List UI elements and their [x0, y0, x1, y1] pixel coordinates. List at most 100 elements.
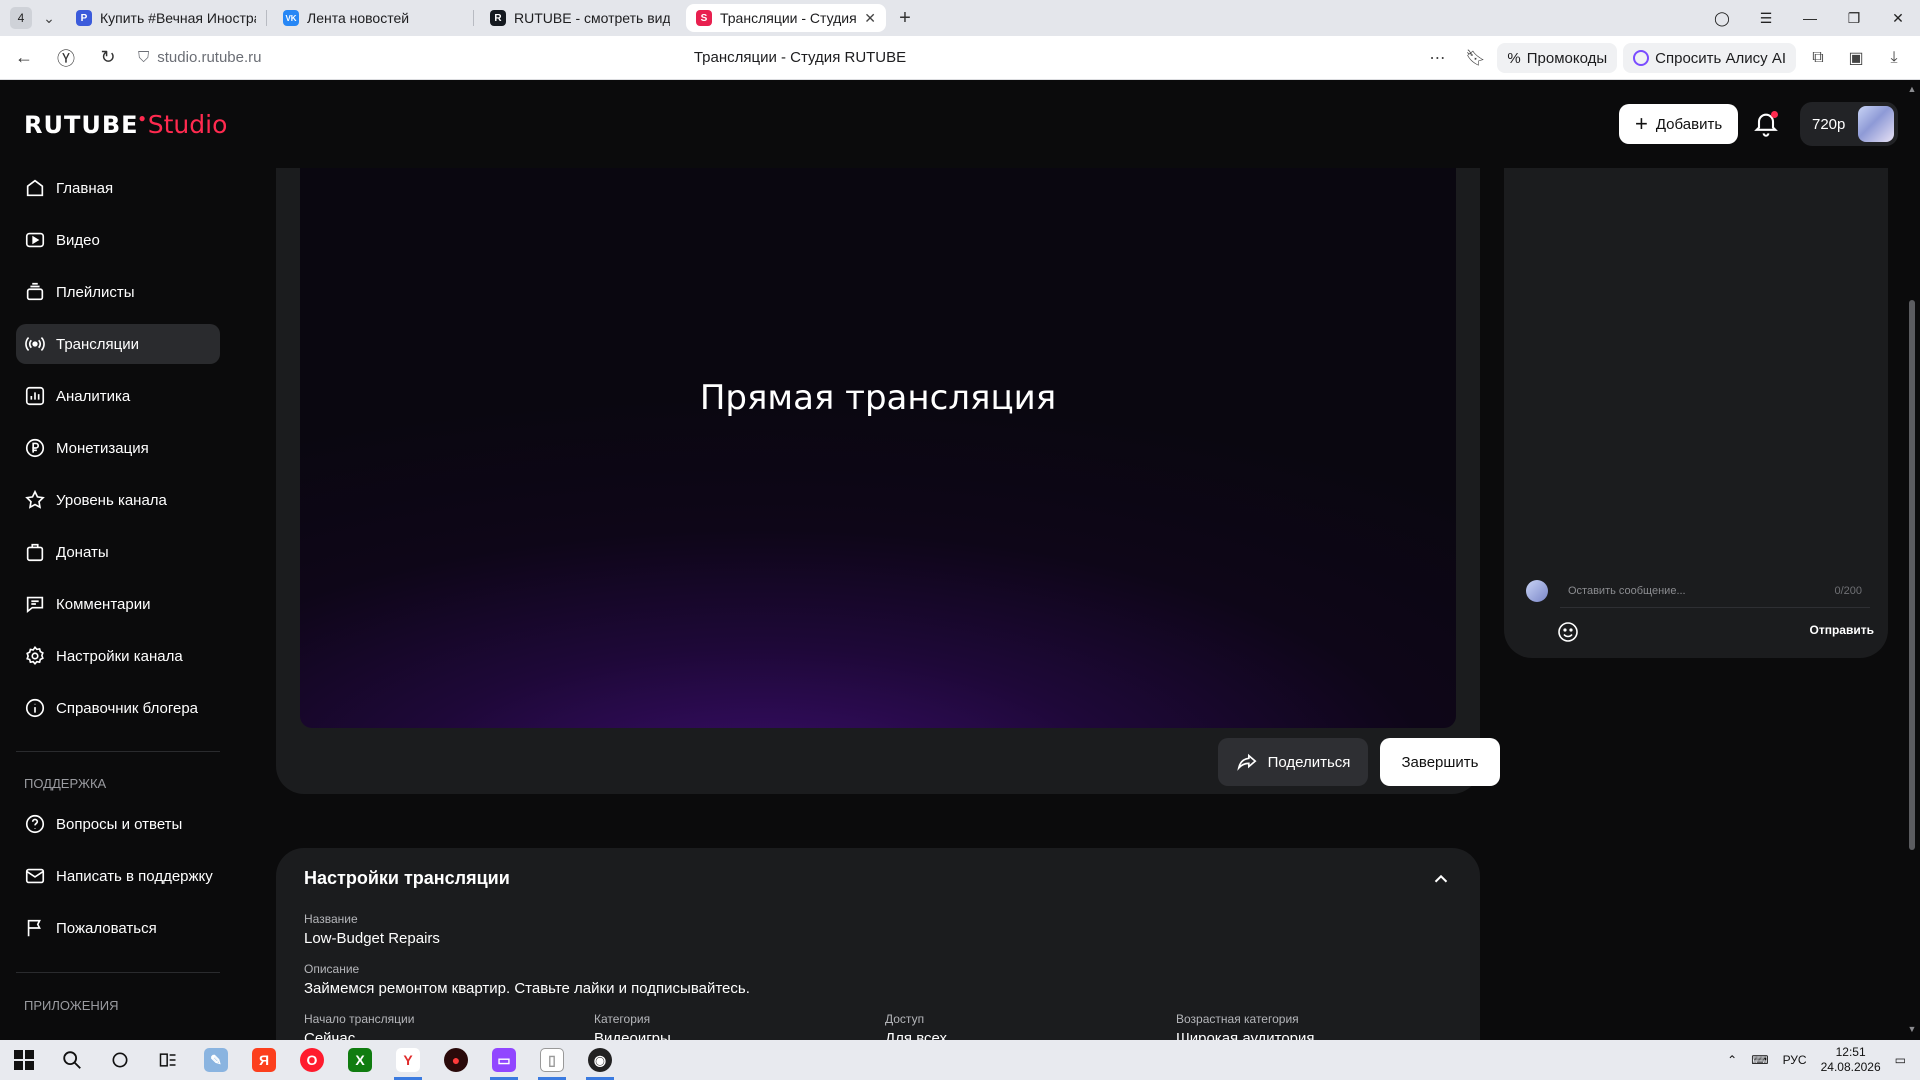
emoji-icon[interactable] [1556, 620, 1580, 644]
logo-main: RUTUBE [24, 111, 139, 139]
sidebar-item-label: Написать в поддержку [56, 867, 213, 885]
sidebar-item-faq[interactable]: Вопросы и ответы [16, 804, 220, 844]
sidebar: Главная Видео Плейлисты Трансляции Анали… [0, 168, 232, 1040]
sidebar-item-video[interactable]: Видео [16, 220, 220, 260]
notification-bell-icon[interactable] [1752, 110, 1780, 138]
cortana-icon[interactable] [96, 1040, 144, 1080]
sidebar-item-label: Уровень канала [56, 491, 167, 509]
sidebar-item-label: Настройки канала [56, 647, 183, 665]
keyboard-icon[interactable]: ⌨ [1751, 1053, 1768, 1067]
window-controls: ◯ ☰ — ❐ ✕ [1700, 0, 1920, 36]
scroll-thumb[interactable] [1909, 300, 1915, 850]
playlist-icon [26, 282, 44, 301]
tab-count-badge[interactable]: 4 [10, 7, 32, 29]
ruble-icon [25, 438, 45, 458]
clock-time: 12:51 [1835, 1045, 1866, 1059]
share-button[interactable]: Поделиться [1218, 738, 1368, 786]
quality-selector[interactable]: 720p [1800, 102, 1898, 146]
finish-stream-button[interactable]: Завершить [1380, 738, 1500, 786]
collections-icon[interactable]: ▣ [1840, 42, 1872, 74]
opera-app-icon[interactable]: O [288, 1040, 336, 1080]
broadcast-icon [25, 337, 45, 351]
page-scrollbar[interactable]: ▲ ▼ [1904, 80, 1920, 1040]
alice-button[interactable]: Спросить Алису AI [1623, 43, 1796, 73]
start-value: Сейчас [304, 1030, 356, 1040]
profile-icon[interactable]: ◯ [1700, 10, 1744, 27]
reload-icon[interactable]: ↻ [90, 40, 126, 76]
sidebar-item-donates[interactable]: Донаты [16, 532, 220, 572]
twitch-app-icon[interactable]: ▭ [480, 1040, 528, 1080]
search-icon[interactable] [48, 1040, 96, 1080]
browser-tab[interactable]: R RUTUBE - смотреть виде [480, 4, 680, 32]
sidebar-item-write-support[interactable]: Написать в поддержку [16, 856, 220, 896]
scroll-up-icon[interactable]: ▲ [1907, 84, 1917, 94]
browser-tab-strip: 4 ⌄ P Купить #Вечная Иностра VK Лента но… [0, 0, 1920, 36]
clock[interactable]: 12:51 24.08.2026 [1821, 1045, 1881, 1075]
tab-favicon-icon: R [490, 10, 506, 26]
chevron-up-icon[interactable] [1430, 868, 1452, 890]
sidebar-item-home[interactable]: Главная [16, 168, 220, 208]
sidebar-item-comments[interactable]: Комментарии [16, 584, 220, 624]
minimize-icon[interactable]: — [1788, 10, 1832, 26]
avatar[interactable] [1858, 106, 1894, 142]
sidebar-item-analytics[interactable]: Аналитика [16, 376, 220, 416]
sidebar-divider [16, 751, 220, 752]
extensions-icon[interactable]: ⧉ [1802, 42, 1834, 74]
url-field[interactable]: ⛉ studio.rutube.ru [138, 49, 262, 66]
tab-title: Трансляции - Студия R [720, 10, 857, 26]
sidebar-item-label: Донаты [56, 543, 109, 561]
stream-preview[interactable]: Прямая трансляция [300, 168, 1456, 728]
add-button[interactable]: + Добавить [1619, 104, 1739, 144]
sidebar-item-broadcasts[interactable]: Трансляции [16, 324, 220, 364]
tab-separator [473, 10, 474, 26]
browser-tab[interactable]: P Купить #Вечная Иностра [66, 4, 266, 32]
age-label: Возрастная категория [1176, 1012, 1299, 1026]
paint-app-icon[interactable]: ✎ [192, 1040, 240, 1080]
restore-icon[interactable]: ❐ [1832, 10, 1876, 27]
sidebar-item-channel-level[interactable]: Уровень канала [16, 480, 220, 520]
xbox-app-icon[interactable]: X [336, 1040, 384, 1080]
document-app-icon[interactable]: ▯ [528, 1040, 576, 1080]
language-indicator[interactable]: РУС [1783, 1053, 1807, 1067]
scroll-down-icon[interactable]: ▼ [1907, 1024, 1917, 1034]
send-button[interactable]: Отправить [1810, 623, 1874, 637]
browser-tab-active[interactable]: S Трансляции - Студия R ✕ [686, 4, 886, 32]
sidebar-item-channel-settings[interactable]: Настройки канала [16, 636, 220, 676]
tab-title: RUTUBE - смотреть виде [514, 10, 670, 26]
new-tab-button[interactable]: + [892, 5, 918, 31]
close-window-icon[interactable]: ✕ [1876, 10, 1920, 27]
chevron-down-icon[interactable]: ⌄ [38, 7, 60, 29]
sidebar-item-blogger-guide[interactable]: Справочник блогера [16, 688, 220, 728]
yandex-app-icon[interactable]: Я [240, 1040, 288, 1080]
home-icon [26, 179, 44, 197]
sidebar-item-playlists[interactable]: Плейлисты [16, 272, 220, 312]
back-icon[interactable]: ← [6, 40, 42, 76]
sidebar-item-monetization[interactable]: Монетизация [16, 428, 220, 468]
obs-app-icon[interactable]: ◉ [576, 1040, 624, 1080]
yandex-protect-icon[interactable]: Ⓨ [48, 40, 84, 76]
player-card: Прямая трансляция Поделиться Завершить [276, 168, 1500, 794]
sidebar-item-label: Главная [56, 179, 114, 197]
share-icon [1236, 753, 1257, 771]
yandex-browser-app-icon[interactable]: Y [384, 1040, 432, 1080]
game-app-icon[interactable]: ● [432, 1040, 480, 1080]
menu-icon[interactable]: ☰ [1744, 10, 1788, 27]
chat-message-input[interactable]: Оставить сообщение... 0/200 [1560, 574, 1870, 608]
bookmark-icon[interactable]: 🔖︎ [1459, 42, 1491, 74]
promo-button[interactable]: % Промокоды [1497, 43, 1618, 73]
sidebar-item-label: Монетизация [56, 439, 149, 457]
sidebar-item-report[interactable]: Пожаловаться [16, 908, 220, 948]
rutube-studio-logo[interactable]: RUTUBE ● Studio [24, 110, 227, 139]
sidebar-item-label: Вопросы и ответы [56, 815, 183, 833]
chevron-up-icon[interactable]: ⌃ [1727, 1053, 1737, 1067]
chat-char-counter: 0/200 [1834, 584, 1862, 597]
browser-tab[interactable]: VK Лента новостей [273, 4, 473, 32]
download-icon[interactable]: ⤓ [1878, 42, 1910, 74]
logo-sub: Studio [147, 110, 228, 139]
notifications-icon[interactable]: ▭ [1895, 1053, 1906, 1067]
close-icon[interactable]: ✕ [864, 10, 876, 27]
task-view-icon[interactable] [144, 1040, 192, 1080]
windows-start-icon[interactable] [0, 1040, 48, 1080]
sidebar-item-label: Плейлисты [56, 283, 135, 301]
more-icon[interactable]: ⋯ [1421, 42, 1453, 74]
